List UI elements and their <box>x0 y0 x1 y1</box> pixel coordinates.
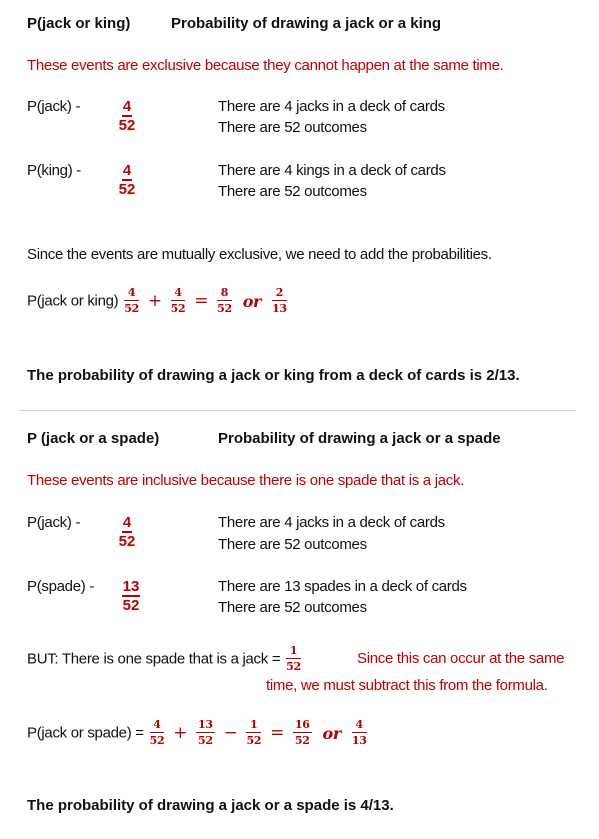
fraction: 4 52 <box>112 98 142 135</box>
row-line2: There are 52 outcomes <box>218 183 367 200</box>
row-line1: There are 4 jacks in a deck of cards <box>218 514 445 531</box>
row-label: P(jack) - <box>27 514 81 531</box>
section2-title: Probability of drawing a jack or a spade <box>218 430 501 447</box>
denominator: 52 <box>170 302 186 315</box>
section2-label: P (jack or a spade) <box>27 430 160 447</box>
numerator: 16 <box>292 718 312 733</box>
section2-formula: P(jack or spade) = 4 52 + 13 52 − 1 52 = 16… <box>27 718 369 748</box>
plus-operator: + <box>147 291 162 311</box>
formula-fraction: 1 52 <box>246 719 261 747</box>
equals-operator: = <box>194 291 209 311</box>
or-word: or <box>242 291 262 311</box>
numerator: 13 <box>196 718 215 733</box>
denominator: 52 <box>217 302 232 315</box>
section2-conclusion: The probability of drawing a jack or a s… <box>27 797 394 814</box>
but-text: BUT: There is one spade that is a jack = <box>27 650 281 668</box>
plus-operator: + <box>173 723 188 743</box>
formula-fraction: 4 52 <box>149 719 165 747</box>
denominator: 52 <box>198 734 213 747</box>
formula-fraction: 4 52 <box>124 287 139 315</box>
row-label: P(spade) - <box>27 578 95 595</box>
fraction-numerator: 4 <box>121 98 133 117</box>
numerator: 4 <box>170 287 186 301</box>
section1-title: Probability of drawing a jack or a king <box>171 15 442 32</box>
section2-note: These events are inclusive because there… <box>27 472 465 489</box>
formula-fraction: 16 52 <box>292 718 312 747</box>
row-line2: There are 52 outcomes <box>218 536 367 553</box>
fraction-numerator: 13 <box>121 578 141 597</box>
but-note-line1: Since this can occur at the same <box>357 650 565 667</box>
fraction-denominator: 52 <box>118 533 136 550</box>
but-note-line2: time, we must subtract this from the for… <box>266 677 548 694</box>
section1-label: P(jack or king) <box>27 15 131 32</box>
row-line2: There are 52 outcomes <box>218 599 367 616</box>
section-divider <box>19 410 576 411</box>
fraction-numerator: 4 <box>121 514 133 533</box>
formula-fraction: 4 13 <box>351 719 367 747</box>
numerator: 4 <box>149 719 165 733</box>
row-line1: There are 4 jacks in a deck of cards <box>218 98 445 115</box>
denominator: 52 <box>149 734 165 747</box>
numerator: 4 <box>351 719 367 733</box>
row-line2: There are 52 outcomes <box>218 119 367 136</box>
formula-fraction: 13 52 <box>196 719 215 747</box>
numerator: 4 <box>124 287 139 301</box>
row-label: P(jack) - <box>27 98 81 115</box>
section1-conclusion: The probability of drawing a jack or kin… <box>27 367 520 384</box>
section2-but-line: BUT: There is one spade that is a jack =… <box>27 645 303 674</box>
numerator: 8 <box>217 287 232 301</box>
fraction-denominator: 52 <box>118 117 136 134</box>
row-label: P(king) - <box>27 162 81 179</box>
denominator: 13 <box>272 302 287 315</box>
fraction: 4 52 <box>112 162 142 199</box>
formula-fraction: 8 52 <box>217 287 232 315</box>
formula-label: P(jack or king) <box>27 292 119 310</box>
formula-fraction: 2 13 <box>272 287 287 315</box>
numerator: 1 <box>286 645 301 659</box>
denominator: 52 <box>294 734 310 747</box>
numerator: 2 <box>272 287 287 301</box>
fraction-numerator: 4 <box>121 162 133 181</box>
row-line1: There are 13 spades in a deck of cards <box>218 578 467 595</box>
section1-note: These events are exclusive because they … <box>27 57 504 74</box>
or-word: or <box>322 723 341 743</box>
section1-explanation: Since the events are mutually exclusive,… <box>27 246 492 263</box>
equals-operator: = <box>270 723 285 743</box>
denominator: 52 <box>286 660 301 673</box>
fraction-denominator: 52 <box>122 597 140 614</box>
denominator: 52 <box>246 734 262 747</box>
formula-label: P(jack or spade) = <box>27 724 144 742</box>
fraction: 13 52 <box>116 578 146 615</box>
formula-fraction: 4 52 <box>170 287 186 315</box>
overlap-fraction: 1 52 <box>286 645 301 673</box>
fraction: 4 52 <box>112 514 142 551</box>
minus-operator: − <box>223 723 238 743</box>
row-line1: There are 4 kings in a deck of cards <box>218 162 446 179</box>
numerator: 1 <box>246 719 262 733</box>
denominator: 13 <box>351 734 367 747</box>
denominator: 52 <box>124 302 139 315</box>
section1-formula: P(jack or king) 4 52 + 4 52 = 8 52 or 2 13 <box>27 287 289 316</box>
fraction-denominator: 52 <box>118 181 136 198</box>
